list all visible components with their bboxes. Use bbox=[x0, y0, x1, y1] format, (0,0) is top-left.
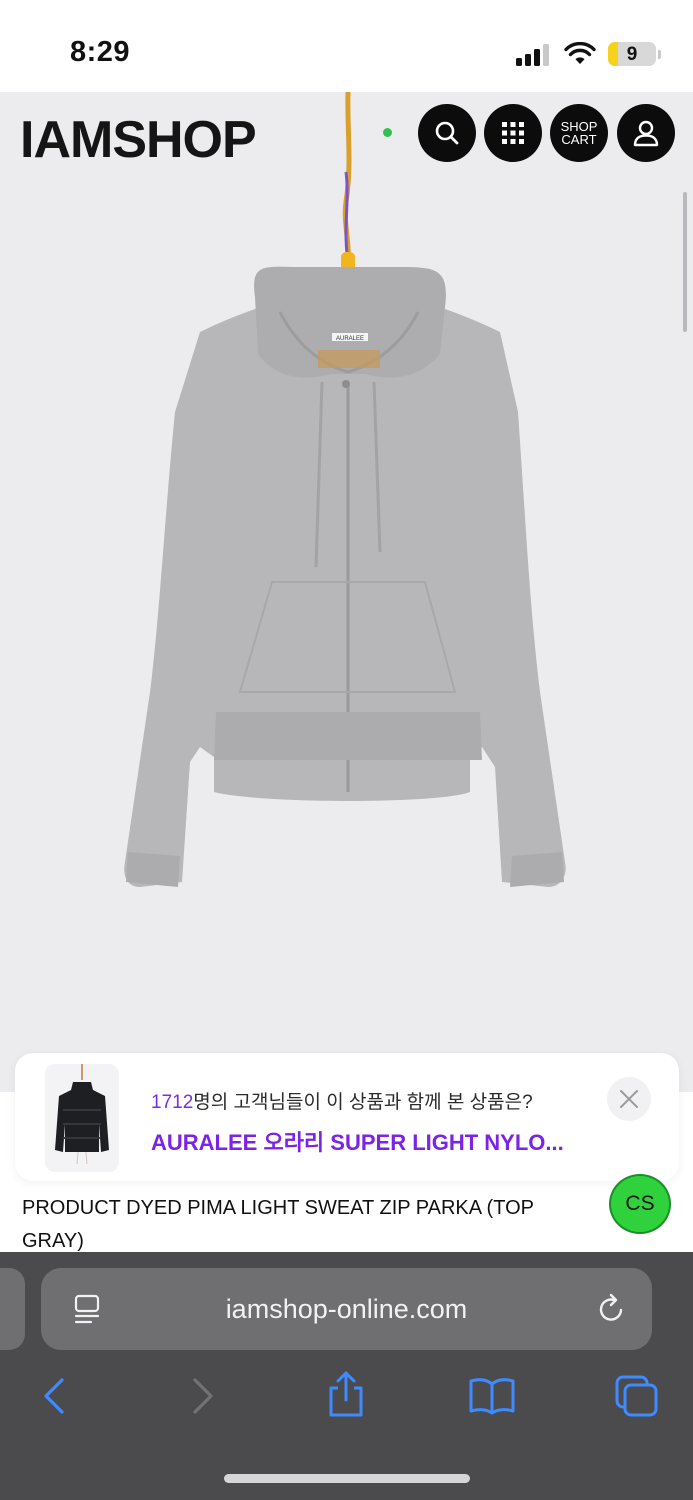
logo[interactable]: IAMSHOP bbox=[20, 110, 257, 170]
forward-icon[interactable] bbox=[189, 1376, 217, 1416]
hanger-tag: AURALEE bbox=[336, 336, 364, 342]
product-title: PRODUCT DYED PIMA LIGHT SWEAT ZIP PARKA … bbox=[22, 1197, 534, 1252]
address-bar[interactable]: iamshop-online.com bbox=[41, 1268, 652, 1350]
browser-toolbar: iamshop-online.com bbox=[0, 1252, 693, 1500]
user-icon bbox=[633, 120, 659, 147]
share-icon[interactable] bbox=[326, 1370, 366, 1418]
close-icon bbox=[620, 1090, 638, 1108]
close-button[interactable] bbox=[607, 1077, 651, 1121]
recommendation-message: 1712명의 고객님들이 이 상품과 함께 본 상품은? bbox=[151, 1087, 533, 1114]
grid-icon bbox=[502, 122, 524, 144]
wifi-icon bbox=[564, 42, 596, 64]
cart-label-cart: CART bbox=[561, 132, 597, 147]
previous-tab[interactable] bbox=[0, 1268, 25, 1350]
battery-icon: 9 bbox=[608, 42, 656, 66]
recommendation-popup[interactable]: 1712명의 고객님들이 이 상품과 함께 본 상품은? AURALEE 오라리… bbox=[15, 1053, 679, 1181]
menu-button[interactable] bbox=[484, 104, 542, 162]
reload-icon[interactable] bbox=[597, 1293, 627, 1325]
online-dot bbox=[383, 128, 392, 137]
puffer-jacket-image bbox=[55, 1064, 109, 1165]
tabs-icon[interactable] bbox=[614, 1374, 660, 1418]
account-button[interactable] bbox=[617, 104, 675, 162]
search-button[interactable] bbox=[418, 104, 476, 162]
back-icon[interactable] bbox=[40, 1376, 68, 1416]
hoodie-illustration: AURALEE bbox=[124, 92, 566, 887]
bookmarks-icon[interactable] bbox=[468, 1376, 516, 1416]
scroll-indicator[interactable] bbox=[683, 192, 687, 332]
status-bar: 8:29 9 bbox=[0, 0, 693, 92]
product-image[interactable]: AURALEE bbox=[0, 92, 693, 1092]
recommended-product-link[interactable]: AURALEE 오라리 SUPER LIGHT NYLO... bbox=[151, 1125, 591, 1157]
shop-cart-button[interactable]: SHOP CART bbox=[550, 104, 608, 162]
cs-button[interactable]: CS bbox=[609, 1174, 671, 1234]
battery-level: 9 bbox=[626, 44, 638, 65]
viewer-count: 1712 bbox=[151, 1092, 194, 1113]
battery-tip bbox=[658, 50, 661, 59]
recommended-product-thumbnail[interactable] bbox=[45, 1064, 119, 1172]
search-icon bbox=[435, 121, 459, 145]
home-indicator[interactable] bbox=[224, 1474, 470, 1483]
status-time: 8:29 bbox=[70, 36, 131, 68]
signal-icon bbox=[516, 44, 549, 66]
url-text[interactable]: iamshop-online.com bbox=[41, 1294, 652, 1325]
viewer-text: 명의 고객님들이 이 상품과 함께 본 상품은? bbox=[193, 1092, 533, 1113]
